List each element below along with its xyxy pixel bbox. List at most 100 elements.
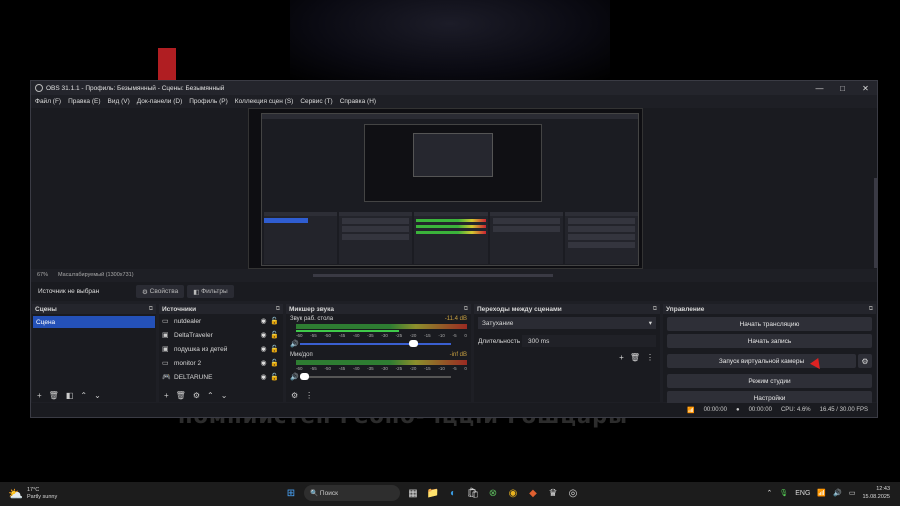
channel-name: Мик/доп bbox=[290, 352, 313, 358]
speaker-icon[interactable]: 🔊 bbox=[290, 373, 300, 381]
add-icon[interactable]: + bbox=[37, 391, 42, 400]
menu-view[interactable]: Вид (V) bbox=[108, 98, 130, 105]
add-icon[interactable]: + bbox=[164, 391, 169, 400]
filters-button[interactable]: ◧ Фильтры bbox=[187, 285, 234, 298]
menu-scene-collection[interactable]: Коллекция сцен (S) bbox=[235, 98, 294, 105]
monitor-icon: ▭ bbox=[162, 318, 169, 325]
obs-taskbar-icon[interactable]: ◎ bbox=[566, 486, 580, 500]
source-item[interactable]: 🎮 DELTARUNE ◉ 🔓 bbox=[159, 370, 283, 384]
minimize-button[interactable]: — bbox=[808, 84, 831, 93]
eye-icon[interactable]: ◉ bbox=[258, 373, 269, 381]
game-icon[interactable]: ♛ bbox=[546, 486, 560, 500]
virtual-camera-settings-gear-icon[interactable]: ⚙ bbox=[858, 354, 872, 368]
move-down-icon[interactable]: ⌄ bbox=[94, 391, 101, 400]
scenes-title: Сцены bbox=[35, 305, 57, 313]
source-item[interactable]: ▭ nutdealer ◉ 🔓 bbox=[159, 314, 283, 328]
undock-icon[interactable]: ⧉ bbox=[149, 306, 153, 313]
preview-horizontal-scrollbar[interactable] bbox=[313, 274, 553, 277]
edge-icon[interactable]: ◐ bbox=[446, 486, 460, 500]
menu-tools[interactable]: Сервис (T) bbox=[300, 98, 332, 105]
lock-icon[interactable]: 🔓 bbox=[269, 345, 280, 353]
file-explorer-icon[interactable]: 📁 bbox=[426, 486, 440, 500]
more-icon[interactable]: ⋮ bbox=[646, 353, 654, 362]
undock-icon[interactable]: ⧉ bbox=[276, 306, 280, 313]
source-item[interactable]: ▭ monitor 2 ◉ 🔓 bbox=[159, 356, 283, 370]
source-name: nutdealer bbox=[174, 317, 202, 325]
chevron-up-icon[interactable]: ⌃ bbox=[766, 489, 772, 497]
store-icon[interactable]: 🛍 bbox=[466, 486, 480, 500]
studio-mode-button[interactable]: Режим студии bbox=[667, 374, 872, 388]
start-streaming-button[interactable]: Начать трансляцию bbox=[667, 317, 872, 331]
slider-knob[interactable] bbox=[409, 340, 419, 347]
lock-icon[interactable]: 🔓 bbox=[269, 317, 280, 325]
weather-widget[interactable]: ⛅ 17°C Partly sunny bbox=[0, 487, 140, 501]
wifi-icon[interactable]: 📶 bbox=[817, 489, 826, 497]
undock-icon[interactable]: ⧉ bbox=[464, 306, 468, 313]
duration-row: Длительность 300 ms bbox=[478, 335, 656, 347]
channel-name: Звук раб. стола bbox=[290, 316, 334, 322]
weather-condition: Partly sunny bbox=[26, 494, 58, 500]
advanced-audio-icon[interactable]: ⚙ bbox=[291, 391, 298, 400]
eye-icon[interactable]: ◉ bbox=[258, 345, 269, 353]
properties-button[interactable]: ⚙ Свойства bbox=[136, 285, 185, 298]
volume-icon[interactable]: 🔊 bbox=[833, 489, 842, 497]
move-up-icon[interactable]: ⌃ bbox=[207, 391, 214, 400]
trash-icon[interactable]: 🗑 bbox=[176, 391, 186, 400]
trash-icon[interactable]: 🗑 bbox=[49, 391, 59, 400]
preview-vertical-scrollbar[interactable] bbox=[874, 178, 877, 268]
duration-input[interactable]: 300 ms bbox=[522, 335, 656, 347]
eye-icon[interactable]: ◉ bbox=[258, 359, 269, 367]
chrome-icon[interactable]: ◉ bbox=[506, 486, 520, 500]
windows-start-icon[interactable]: ⊞ bbox=[284, 486, 298, 500]
source-item[interactable]: ▣ подушка из детей ◉ 🔓 bbox=[159, 342, 283, 356]
xbox-icon[interactable]: ⊗ bbox=[486, 486, 500, 500]
clock[interactable]: 12:43 15.08.2025 bbox=[862, 485, 890, 501]
preview-recursive-capture bbox=[261, 113, 639, 266]
zoom-mode-dropdown[interactable]: Масштабируемый (1300x731) bbox=[58, 272, 134, 278]
chevron-down-icon: ▾ bbox=[648, 320, 652, 327]
eye-icon[interactable]: ◉ bbox=[258, 331, 269, 339]
start-virtual-camera-button[interactable]: Запуск виртуальной камеры bbox=[667, 354, 856, 368]
menu-profile[interactable]: Профиль (P) bbox=[189, 98, 228, 105]
menu-file[interactable]: Файл (F) bbox=[35, 98, 61, 105]
source-item[interactable]: ▣ DeltaTraveler ◉ 🔓 bbox=[159, 328, 283, 342]
lock-icon[interactable]: 🔓 bbox=[269, 331, 280, 339]
menu-docks[interactable]: Док-панели (D) bbox=[137, 98, 182, 105]
desktop-background-art bbox=[290, 0, 610, 80]
move-up-icon[interactable]: ⌃ bbox=[80, 391, 87, 400]
slider-knob[interactable] bbox=[300, 373, 309, 380]
volume-slider[interactable] bbox=[300, 340, 451, 347]
battery-icon[interactable]: ▭ bbox=[849, 489, 856, 497]
taskbar-search[interactable]: 🔍 Поиск bbox=[304, 485, 400, 501]
scene-item[interactable]: Сцена bbox=[33, 316, 155, 328]
program-preview[interactable] bbox=[248, 108, 643, 269]
start-recording-button[interactable]: Начать запись bbox=[667, 334, 872, 348]
scene-filter-icon[interactable]: ◧ bbox=[66, 391, 74, 400]
close-button[interactable]: ✕ bbox=[854, 84, 877, 93]
source-name: DeltaTraveler bbox=[174, 331, 213, 339]
mixer-channel: Мик/доп -inf dB -60 -55 -50 -45 -40 -35 -30 -25-… bbox=[286, 350, 471, 383]
lock-icon[interactable]: 🔓 bbox=[269, 373, 280, 381]
language-indicator[interactable]: ENG bbox=[795, 490, 810, 497]
microphone-icon[interactable]: 🎙 bbox=[779, 489, 788, 497]
trash-icon[interactable]: 🗑 bbox=[630, 353, 640, 362]
eye-icon[interactable]: ◉ bbox=[258, 317, 269, 325]
gear-icon[interactable]: ⚙ bbox=[193, 391, 200, 400]
time: 12:43 bbox=[876, 486, 890, 492]
menu-help[interactable]: Справка (H) bbox=[340, 98, 376, 105]
title-bar[interactable]: OBS 31.1.1 - Профиль: Безымянный - Сцены… bbox=[31, 81, 877, 95]
app-icon[interactable]: ◆ bbox=[526, 486, 540, 500]
volume-slider[interactable] bbox=[300, 373, 451, 380]
add-icon[interactable]: + bbox=[619, 353, 624, 362]
maximize-button[interactable]: □ bbox=[831, 84, 854, 93]
move-down-icon[interactable]: ⌄ bbox=[221, 391, 228, 400]
source-name: DELTARUNE bbox=[174, 373, 213, 381]
undock-icon[interactable]: ⧉ bbox=[869, 306, 873, 313]
speaker-icon[interactable]: 🔊 bbox=[290, 340, 300, 348]
transition-select[interactable]: Затухание ▾ bbox=[478, 317, 656, 329]
more-icon[interactable]: ⋮ bbox=[305, 391, 313, 400]
task-view-icon[interactable]: ▦ bbox=[406, 486, 420, 500]
lock-icon[interactable]: 🔓 bbox=[269, 359, 280, 367]
undock-icon[interactable]: ⧉ bbox=[653, 306, 657, 313]
menu-edit[interactable]: Правка (E) bbox=[68, 98, 100, 105]
